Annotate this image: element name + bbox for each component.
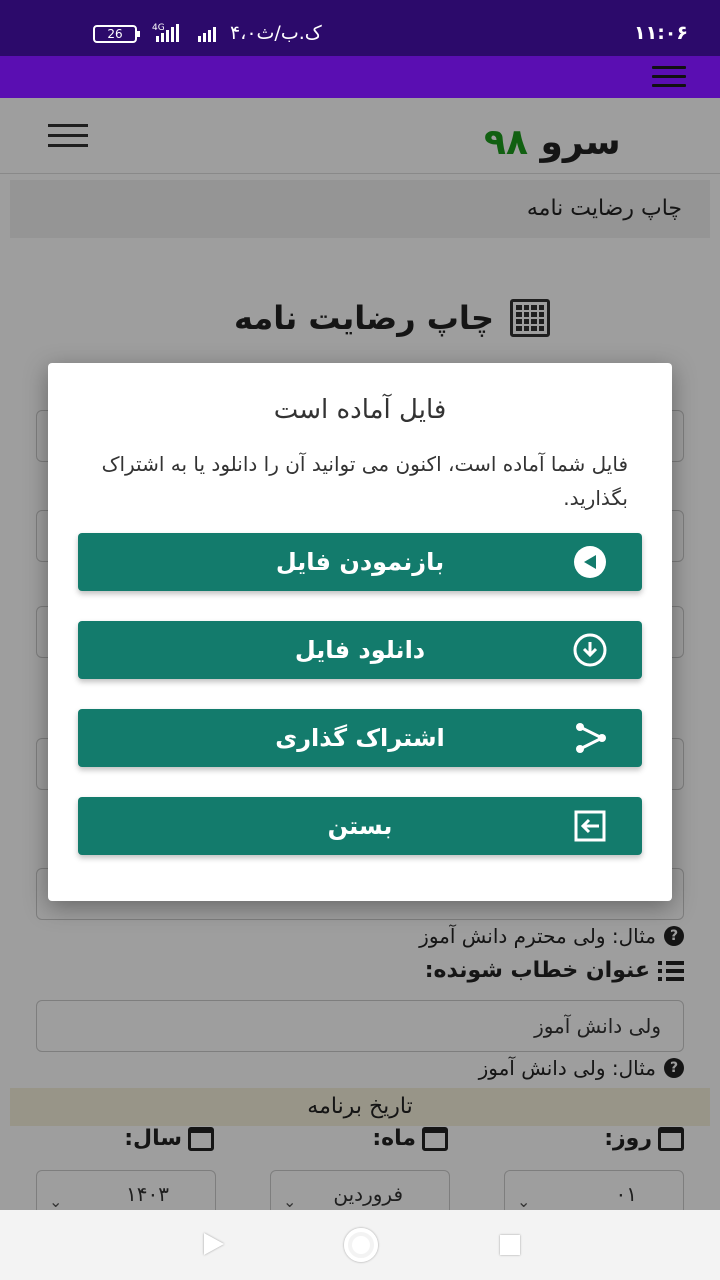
open-file-label: بازنمودن فایل — [275, 548, 445, 576]
status-bar: ۱۱:۰۶ ۴،۰ک.ب/ث 4G 26 — [0, 0, 720, 56]
dialog-title: فایل آماده است — [273, 395, 447, 425]
back-icon[interactable] — [204, 1233, 224, 1255]
open-file-button[interactable]: بازنمودن فایل — [78, 533, 642, 591]
exit-icon — [574, 810, 606, 842]
download-circle-icon — [573, 633, 607, 667]
top-menu-icon[interactable] — [652, 66, 686, 88]
home-icon[interactable] — [344, 1228, 378, 1262]
download-file-label: دانلود فایل — [294, 636, 426, 664]
signal-icon: 4G — [152, 23, 216, 42]
file-ready-dialog: فایل آماده است فایل شما آماده است، اکنون… — [48, 363, 672, 901]
system-nav-bar — [0, 1210, 720, 1280]
close-label: بستن — [327, 812, 393, 840]
network-speed: ۴،۰ک.ب/ث — [230, 22, 322, 44]
share-label: اشتراک گذاری — [275, 724, 445, 752]
download-file-button[interactable]: دانلود فایل — [78, 621, 642, 679]
svg-text:4G: 4G — [152, 23, 165, 33]
play-circle-icon — [574, 546, 606, 578]
app-topbar — [0, 56, 720, 98]
status-time: ۱۱:۰۶ — [634, 22, 688, 44]
share-button[interactable]: اشتراک گذاری — [78, 709, 642, 767]
close-button[interactable]: بستن — [78, 797, 642, 855]
dialog-message: فایل شما آماده است، اکنون می توانید آن ر… — [101, 452, 628, 510]
share-icon — [576, 723, 606, 753]
battery-icon: 26 — [93, 25, 140, 43]
recent-apps-icon[interactable] — [500, 1235, 520, 1255]
